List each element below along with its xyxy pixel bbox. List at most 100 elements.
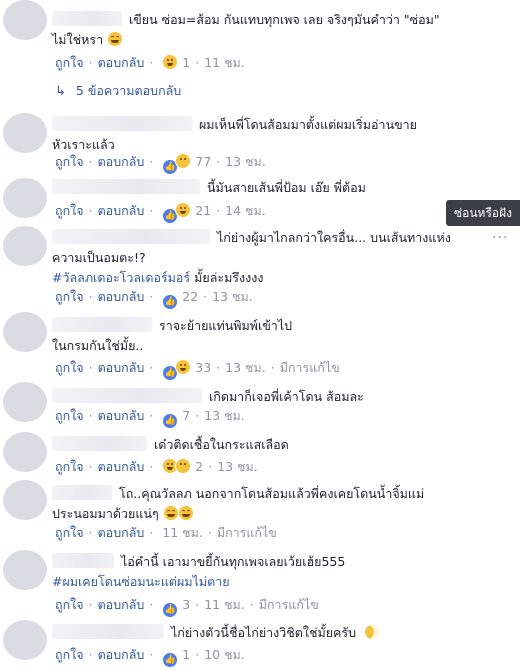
timestamp[interactable]: 13 ชม.	[225, 360, 266, 375]
comment-text: ไก่ย่างตัวนี้ชื่อไก่ย่างวิชิตใช่มั้ยครับ	[52, 623, 510, 643]
reactions[interactable]: 👍	[162, 649, 179, 668]
comment-text: ราจะย้ายแท่นพิมพ์เข้าไปในกรมกันใช่มั้ย..	[52, 316, 302, 356]
hide-or-embed-tooltip: ซ่อนหรือฝัง	[446, 200, 520, 226]
avatar[interactable]	[3, 226, 47, 266]
timestamp[interactable]: 11 ชม.	[162, 525, 203, 540]
like-link[interactable]: ถูกใจ	[55, 289, 84, 304]
reply-link[interactable]: ตอบกลับ	[98, 597, 145, 612]
reactions[interactable]	[162, 54, 179, 75]
laughing-emoji-icon	[163, 506, 178, 520]
avatar[interactable]	[3, 0, 47, 40]
reactions[interactable]: 👍	[162, 359, 192, 381]
commenter-name[interactable]	[52, 317, 152, 332]
avatar[interactable]	[3, 113, 47, 153]
timestamp[interactable]: 13 ชม.	[225, 154, 266, 169]
reactions[interactable]: 👍	[162, 291, 179, 310]
commenter-name[interactable]	[52, 485, 112, 500]
avatar[interactable]	[3, 312, 47, 352]
haha-reaction-icon	[175, 359, 192, 375]
reaction-count: 1	[182, 55, 191, 70]
like-link[interactable]: ถูกใจ	[55, 55, 84, 70]
comment-body: เด๋วติดเชื้อในกระแสเลือด	[153, 437, 289, 452]
reaction-count: 2	[195, 459, 204, 474]
comment-text: เขียน ซ่อม=ส้อม กันแทบทุกเพจ เลย จริงๆมั…	[52, 10, 472, 50]
avatar[interactable]	[3, 382, 47, 422]
reply-link[interactable]: ตอบกลับ	[98, 459, 145, 474]
comment-actions: ถูกใจ · ตอบกลับ · 👍 1 · 10 ชม.	[55, 646, 245, 668]
avatar[interactable]	[3, 480, 47, 520]
avatar[interactable]	[3, 432, 47, 472]
comment-text: ไก่ย่างผู้มาไกลกว่าใครอื่น... บนเส้นทางแ…	[52, 228, 462, 288]
timestamp[interactable]: 11 ชม.	[204, 597, 245, 612]
like-link[interactable]: ถูกใจ	[55, 360, 84, 375]
commenter-name[interactable]	[52, 11, 122, 26]
like-reaction-icon: 👍	[162, 413, 179, 429]
timestamp[interactable]: 11 ชม.	[204, 55, 245, 70]
like-link[interactable]: ถูกใจ	[55, 597, 84, 612]
like-reaction-icon: 👍	[162, 652, 179, 668]
more-dots-icon[interactable]: ···	[492, 230, 508, 246]
comment-actions: ถูกใจ · ตอบกลับ · 👍 7 · 13 ชม.	[55, 407, 245, 429]
like-link[interactable]: ถูกใจ	[55, 647, 84, 662]
haha-reaction-icon	[175, 202, 192, 218]
reply-link[interactable]: ตอบกลับ	[98, 154, 145, 169]
comment-text: เกิดมาก็เจอพี่เค้าโดน ส้อมละ	[52, 387, 510, 407]
commenter-name[interactable]	[52, 179, 200, 194]
like-link[interactable]: ถูกใจ	[55, 459, 84, 474]
reply-link[interactable]: ตอบกลับ	[98, 525, 145, 540]
commenter-name[interactable]	[52, 553, 114, 568]
reaction-count: 3	[182, 597, 191, 612]
reply-link[interactable]: ตอบกลับ	[98, 289, 145, 304]
edited-label[interactable]: มีการแก้ไข	[280, 360, 340, 375]
reaction-count: 21	[195, 203, 212, 218]
comments-list: เขียน ซ่อม=ส้อม กันแทบทุกเพจ เลย จริงๆมั…	[0, 0, 520, 670]
commenter-name[interactable]	[52, 229, 210, 244]
reactions[interactable]: 👍	[162, 202, 192, 224]
avatar[interactable]	[3, 550, 47, 590]
reaction-count: 7	[182, 408, 191, 423]
timestamp[interactable]: 13 ชม.	[212, 289, 253, 304]
hashtag-link[interactable]: #ผมเคยโดนซ่อมนะแต่ผมไม่ตาย	[52, 574, 230, 589]
laughing-emoji-icon	[178, 506, 193, 520]
wow-reaction-icon	[175, 458, 192, 474]
reactions[interactable]: 👍	[162, 599, 179, 618]
comment-body: ไก่ย่างตัวนี้ชื่อไก่ย่างวิชิตใช่มั้ยครับ	[170, 625, 357, 640]
timestamp[interactable]: 13 ชม.	[204, 408, 245, 423]
comment-actions: ถูกใจ · ตอบกลับ · 1 · 11 ชม.	[55, 54, 245, 72]
avatar[interactable]	[3, 178, 47, 218]
haha-reaction-icon	[162, 54, 179, 70]
edited-label[interactable]: มีการแก้ไข	[217, 525, 277, 540]
timestamp[interactable]: 14 ชม.	[225, 203, 266, 218]
reply-link[interactable]: ตอบกลับ	[98, 55, 145, 70]
comment-actions: ถูกใจ · ตอบกลับ · 👍 33 · 13 ชม. · มีการแก้ไข	[55, 359, 340, 381]
reply-link[interactable]: ตอบกลับ	[98, 647, 145, 662]
commenter-name[interactable]	[52, 624, 164, 639]
view-replies-link[interactable]: ↳ 5 ข้อความตอบกลับ	[55, 82, 181, 101]
timestamp[interactable]: 13 ชม.	[217, 459, 258, 474]
reaction-count: 22	[182, 289, 199, 304]
like-link[interactable]: ถูกใจ	[55, 203, 84, 218]
laughing-emoji-icon	[108, 32, 123, 46]
like-link[interactable]: ถูกใจ	[55, 154, 84, 169]
commenter-name[interactable]	[52, 436, 147, 451]
comment-body: ไอ่คำนี้ เอามาขยี้กันทุกเพจเลยเว้ยเฮ้ย55…	[120, 554, 346, 569]
hashtag-link[interactable]: #วัลลภเดอะโวลเดอร์มอร์	[52, 270, 190, 285]
comment-actions: ถูกใจ · ตอบกลับ · 👍 77 · 13 ชม.	[55, 153, 266, 175]
like-link[interactable]: ถูกใจ	[55, 408, 84, 423]
like-reaction-icon: 👍	[162, 602, 179, 618]
reactions[interactable]	[162, 458, 192, 479]
like-link[interactable]: ถูกใจ	[55, 525, 84, 540]
reply-link[interactable]: ตอบกลับ	[98, 203, 145, 218]
reactions[interactable]: 👍	[162, 410, 179, 429]
reactions[interactable]: 👍	[162, 153, 192, 175]
avatar[interactable]	[3, 620, 47, 660]
comment-actions: ถูกใจ · ตอบกลับ · 👍 3 · 11 ชม. · มีการแก้ไข	[55, 596, 319, 618]
timestamp[interactable]: 10 ชม.	[204, 647, 245, 662]
commenter-name[interactable]	[52, 116, 192, 131]
reply-link[interactable]: ตอบกลับ	[98, 408, 145, 423]
reply-link[interactable]: ตอบกลับ	[98, 360, 145, 375]
edited-label[interactable]: มีการแก้ไข	[259, 597, 319, 612]
commenter-name[interactable]	[52, 388, 202, 403]
reaction-count: 77	[195, 154, 212, 169]
comment-body-suffix: มั้ยล่ะมรึงงงง	[194, 270, 264, 285]
